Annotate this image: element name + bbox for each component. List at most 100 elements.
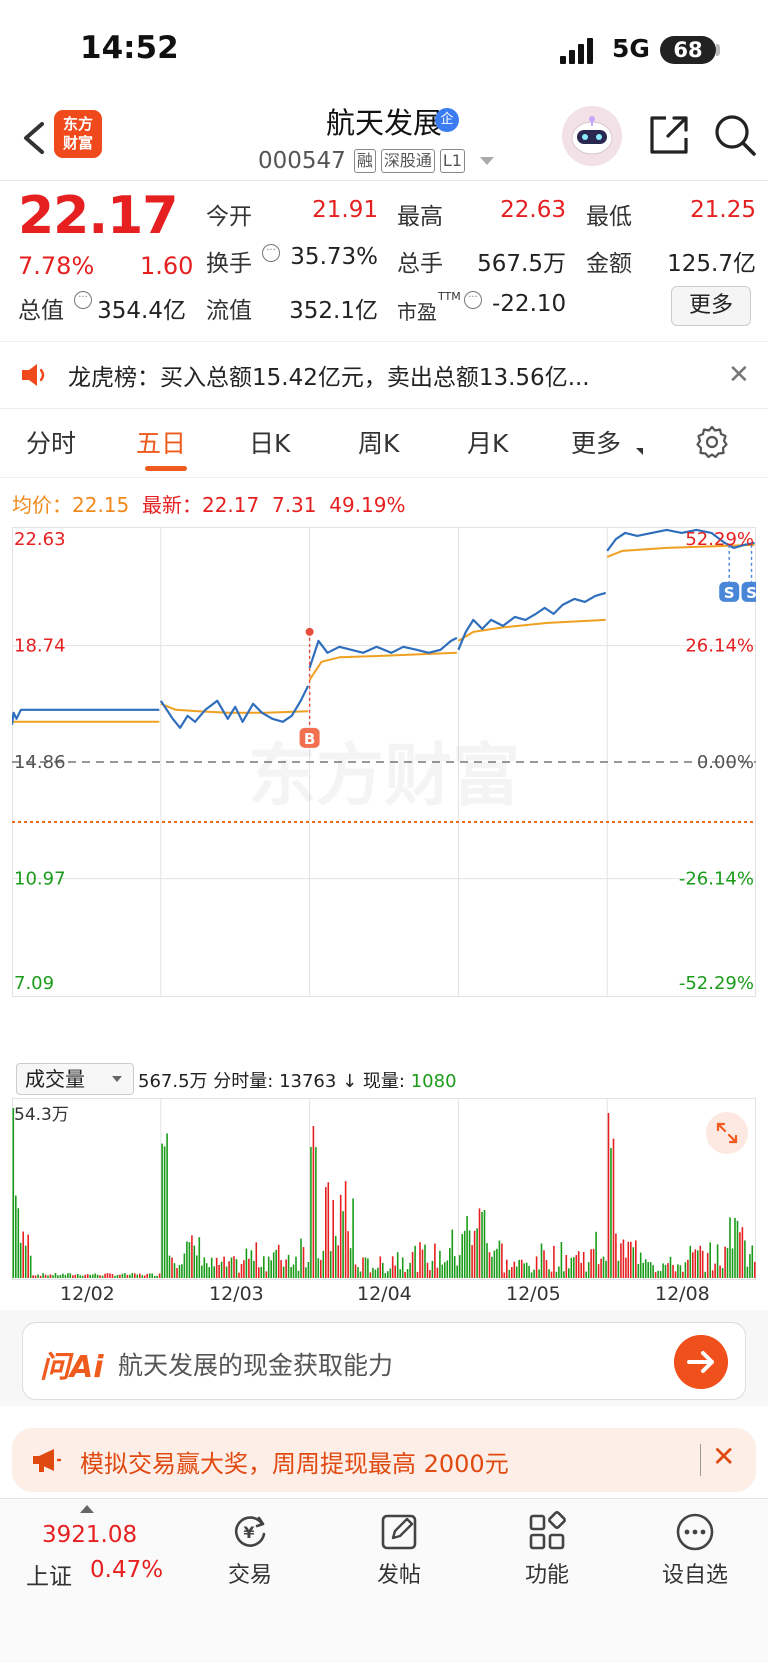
tab-daily-k[interactable]: 日K bbox=[249, 424, 290, 460]
share-icon[interactable] bbox=[646, 112, 692, 158]
index-name[interactable]: 上证 bbox=[26, 1557, 72, 1591]
volume-bar bbox=[34, 1275, 37, 1278]
volume-bar bbox=[240, 1264, 243, 1278]
caret-up-icon[interactable] bbox=[80, 1505, 94, 1513]
current-volume-value: 1080 bbox=[410, 1071, 457, 1092]
more-quote-button[interactable]: 更多 bbox=[671, 286, 751, 326]
volume-bar bbox=[434, 1243, 436, 1278]
volume-bar bbox=[543, 1250, 545, 1278]
volume-bar bbox=[17, 1208, 20, 1278]
volume-bar bbox=[54, 1273, 57, 1278]
tab-five-day[interactable]: 五日 bbox=[136, 424, 186, 460]
volume-bar bbox=[347, 1231, 349, 1278]
volume-bar bbox=[682, 1271, 684, 1278]
arrow-right-icon[interactable] bbox=[674, 1335, 728, 1389]
volume-bar bbox=[458, 1255, 461, 1278]
volume-bar bbox=[295, 1256, 297, 1278]
tab-monthly-k[interactable]: 月K bbox=[467, 424, 508, 460]
close-icon[interactable]: ✕ bbox=[712, 1440, 735, 1473]
volume-bar bbox=[327, 1182, 330, 1278]
volume-bar bbox=[57, 1275, 59, 1278]
volume-bar bbox=[342, 1211, 344, 1278]
volume-bar bbox=[349, 1248, 352, 1278]
ai-logo: 问Ai bbox=[40, 1350, 104, 1385]
volume-bar bbox=[672, 1265, 674, 1278]
volume-bar bbox=[491, 1256, 493, 1278]
volume-bar bbox=[525, 1262, 528, 1278]
promo-text[interactable]: 模拟交易赢大奖，周周提现最高 2000元 bbox=[80, 1444, 509, 1479]
low-value: 21.25 bbox=[690, 197, 756, 223]
volume-bar bbox=[235, 1259, 238, 1278]
index-value[interactable]: 3921.08 bbox=[42, 1522, 137, 1548]
nav-trade[interactable]: 交易 bbox=[200, 1557, 300, 1589]
volume-bar bbox=[104, 1273, 106, 1278]
volume-bar bbox=[511, 1267, 513, 1278]
volume-bar bbox=[744, 1240, 746, 1278]
volume-bar bbox=[476, 1228, 478, 1278]
volume-bar bbox=[354, 1264, 357, 1278]
y-tick-right: -52.29% bbox=[679, 973, 754, 994]
index-pct[interactable]: 0.47% bbox=[90, 1557, 163, 1583]
five-day-price-chart[interactable]: 东方财富 B S S 22.63 52.29% 18.74 26.14% 14.86 0.00… bbox=[12, 527, 756, 1057]
volume-bar bbox=[451, 1229, 454, 1278]
volume-bar bbox=[570, 1257, 573, 1278]
nav-post[interactable]: 发帖 bbox=[349, 1557, 449, 1589]
volume-bar bbox=[704, 1271, 706, 1278]
volume-bar bbox=[69, 1273, 72, 1278]
close-icon[interactable]: ✕ bbox=[728, 360, 750, 390]
volume-bar bbox=[19, 1242, 22, 1278]
turnover-info[interactable]: ··· bbox=[262, 244, 280, 263]
volume-bar bbox=[325, 1187, 327, 1278]
network-type: 5G bbox=[612, 34, 650, 63]
avg-price-value: 22.15 bbox=[72, 493, 130, 517]
tab-intraday[interactable]: 分时 bbox=[26, 424, 76, 460]
pe-info[interactable]: ··· bbox=[464, 291, 482, 310]
tab-more[interactable]: 更多 bbox=[571, 424, 621, 460]
volume-bar bbox=[560, 1242, 563, 1278]
chevron-down-icon[interactable] bbox=[112, 1076, 122, 1082]
trade-icon[interactable]: ¥ bbox=[228, 1510, 272, 1554]
volume-bar bbox=[461, 1234, 463, 1278]
search-icon[interactable] bbox=[712, 112, 758, 158]
volume-bar bbox=[637, 1264, 640, 1278]
volume-bar bbox=[508, 1269, 511, 1278]
volume-bar bbox=[721, 1268, 724, 1278]
mcap-value: 354.4亿 bbox=[97, 298, 186, 324]
nav-add-watchlist[interactable]: 设自选 bbox=[645, 1557, 745, 1589]
notice-text[interactable]: 龙虎榜：买入总额15.42亿元，卖出总额13.56亿... bbox=[68, 358, 590, 392]
latest-label: 最新： bbox=[141, 493, 202, 517]
volume-bar bbox=[573, 1257, 575, 1278]
volume-bar bbox=[602, 1256, 605, 1278]
volume-bar bbox=[334, 1235, 337, 1278]
high-label: 最高 bbox=[397, 204, 443, 230]
volume-bar bbox=[684, 1262, 687, 1278]
volume-bar bbox=[84, 1274, 86, 1278]
ai-prompt-text[interactable]: 航天发展的现金获取能力 bbox=[118, 1346, 393, 1382]
volume-bar bbox=[515, 1266, 518, 1278]
more-dots-icon[interactable] bbox=[673, 1510, 717, 1554]
robot-assistant-icon[interactable] bbox=[562, 106, 622, 166]
expand-icon[interactable] bbox=[706, 1112, 748, 1154]
date-label-2: 12/03 bbox=[209, 1283, 264, 1305]
edit-post-icon[interactable] bbox=[377, 1510, 421, 1554]
grid-apps-icon[interactable] bbox=[525, 1510, 569, 1554]
volume-bar bbox=[446, 1260, 449, 1278]
current-volume-label: 现量: bbox=[362, 1071, 405, 1092]
volume-bar bbox=[238, 1272, 240, 1278]
stock-code-row[interactable]: 000547 融 深股通 L1 bbox=[258, 146, 494, 176]
volume-bar bbox=[714, 1263, 716, 1278]
volume-bar bbox=[565, 1255, 568, 1278]
volume-chart[interactable]: 54.3万 bbox=[12, 1098, 756, 1280]
volume-bar bbox=[741, 1227, 744, 1278]
volume-bar bbox=[503, 1272, 506, 1278]
nav-functions[interactable]: 功能 bbox=[497, 1557, 597, 1589]
gear-icon[interactable] bbox=[694, 424, 730, 460]
volume-bar bbox=[528, 1265, 530, 1278]
volume-bar bbox=[424, 1244, 426, 1278]
low-label: 最低 bbox=[586, 204, 632, 230]
chevron-down-icon[interactable] bbox=[479, 157, 494, 165]
tab-weekly-k[interactable]: 周K bbox=[358, 424, 399, 460]
volume-bar bbox=[382, 1262, 384, 1278]
latest-change: 7.31 bbox=[271, 493, 317, 517]
volume-bar bbox=[372, 1267, 374, 1278]
